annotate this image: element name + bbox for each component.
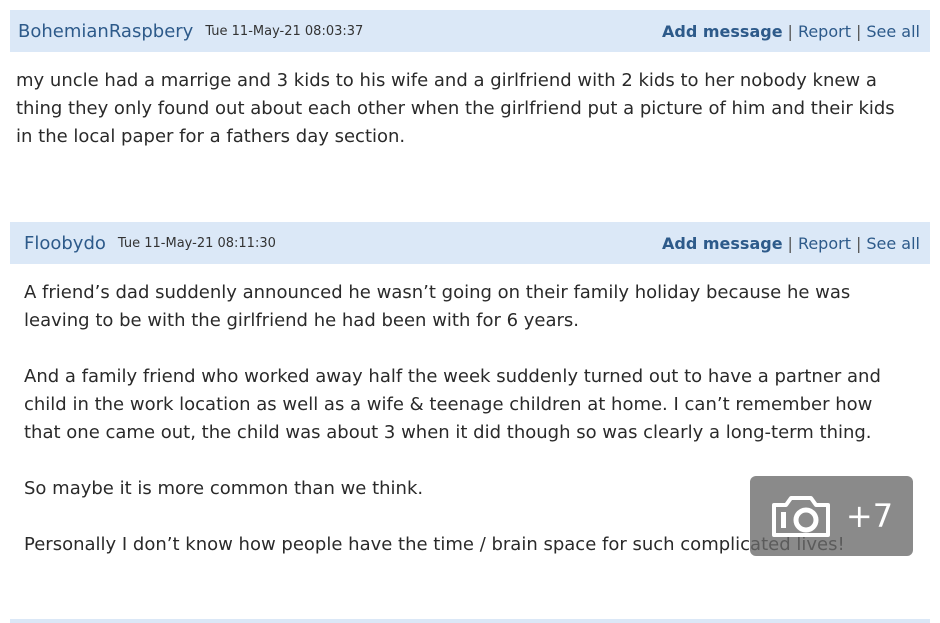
separator: | <box>855 233 862 253</box>
post-line: leaving to be with the girlfriend he had… <box>24 310 580 331</box>
timestamp: Tue 11-May-21 08:11:30 <box>117 235 276 251</box>
see-all-link[interactable]: See all <box>866 22 920 41</box>
post-line: my uncle had a marrige and 3 kids to his… <box>16 70 877 91</box>
post-header: BohemianRaspbery Tue 11-May-21 08:03:37 … <box>10 10 930 52</box>
post-body: my uncle had a marrige and 3 kids to his… <box>16 67 895 151</box>
username[interactable]: BohemianRaspbery <box>18 21 193 42</box>
post-actions: Add message | Report | See all <box>662 22 920 41</box>
report-link[interactable]: Report <box>798 234 851 253</box>
post-actions: Add message | Report | See all <box>662 234 920 253</box>
post-line: that one came out, the child was about 3… <box>24 422 872 443</box>
see-all-link[interactable]: See all <box>866 234 920 253</box>
add-message-link[interactable]: Add message <box>662 234 783 253</box>
photo-count: +7 <box>845 497 894 535</box>
camera-icon <box>771 496 830 537</box>
username[interactable]: Floobydo <box>24 233 106 254</box>
add-message-link[interactable]: Add message <box>662 22 783 41</box>
post-line: A friend’s dad suddenly announced he was… <box>24 282 851 303</box>
separator: | <box>787 233 793 253</box>
separator: | <box>787 21 793 41</box>
post-line: thing they only found out about each oth… <box>16 98 895 119</box>
post-line: And a family friend who worked away half… <box>24 366 881 387</box>
post-paragraph: A friend’s dad suddenly announced he was… <box>24 279 881 335</box>
post-line: in the local paper for a fathers day sec… <box>16 126 406 147</box>
timestamp: Tue 11-May-21 08:03:37 <box>205 23 364 39</box>
next-post-header <box>10 619 930 623</box>
photo-gallery-overlay[interactable]: +7 <box>750 476 913 556</box>
post-paragraph: And a family friend who worked away half… <box>24 363 881 447</box>
report-link[interactable]: Report <box>798 22 851 41</box>
post-header: Floobydo Tue 11-May-21 08:11:30 Add mess… <box>10 222 930 264</box>
post-line: child in the work location as well as a … <box>24 394 873 415</box>
separator: | <box>855 21 862 41</box>
